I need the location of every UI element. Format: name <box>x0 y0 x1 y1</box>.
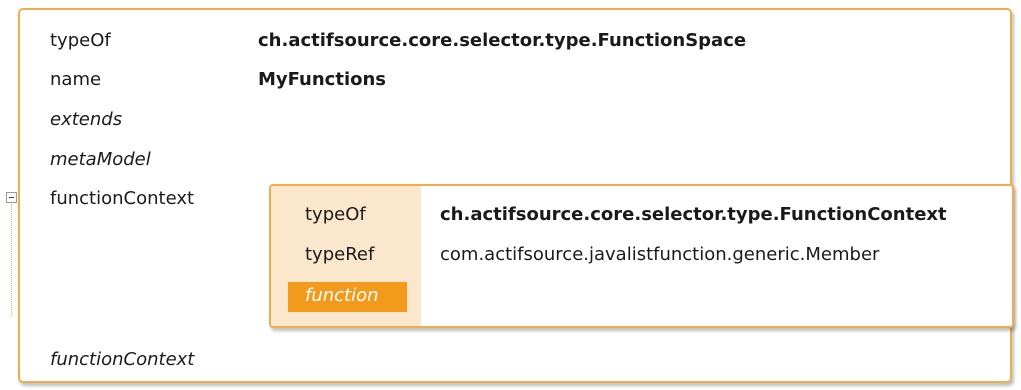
tree-connector-line <box>11 204 12 316</box>
typeof-value[interactable]: ch.actifsource.core.selector.type.Functi… <box>258 30 746 51</box>
typeof-label: typeOf <box>50 30 111 51</box>
function-context-panel: typeOf ch.actifsource.core.selector.type… <box>269 184 1014 328</box>
function-context-add-label[interactable]: functionContext <box>50 349 194 370</box>
context-typeof-value[interactable]: ch.actifsource.core.selector.type.Functi… <box>440 204 947 225</box>
context-typeof-label: typeOf <box>305 204 366 225</box>
function-context-label: functionContext <box>50 188 195 209</box>
extends-label[interactable]: extends <box>50 109 122 130</box>
function-label[interactable]: function <box>305 285 379 306</box>
collapse-minus-icon[interactable] <box>6 192 17 203</box>
typeref-value[interactable]: com.actifsource.javalistfunction.generic… <box>440 244 879 265</box>
name-label: name <box>50 69 102 90</box>
metamodel-label[interactable]: metaModel <box>50 149 151 170</box>
typeref-label: typeRef <box>305 244 375 265</box>
name-value[interactable]: MyFunctions <box>258 69 386 90</box>
